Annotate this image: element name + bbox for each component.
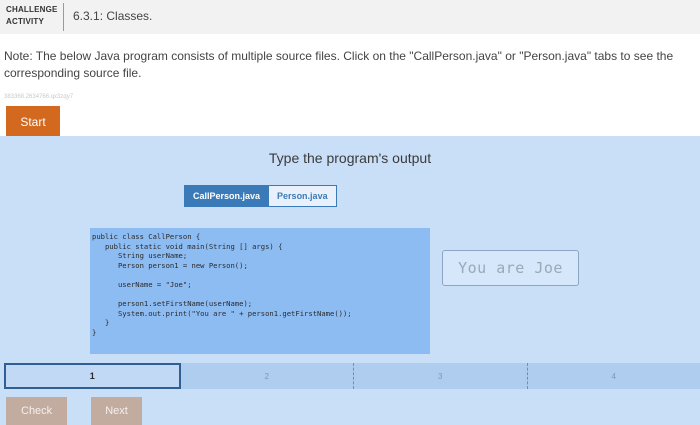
source-file-tabs: CallPerson.java Person.java xyxy=(184,185,337,207)
code-line: person1.setFirstName(userName); xyxy=(92,299,253,309)
challenge-activity-badge: CHALLENGE ACTIVITY xyxy=(6,4,58,28)
level-progress-bar: 1 2 3 4 xyxy=(4,363,700,389)
source-code-block: public class CallPerson { public static … xyxy=(90,228,430,354)
prompt-text: Type the program's output xyxy=(268,150,432,166)
level-step-4[interactable]: 4 xyxy=(526,363,700,389)
code-line: } xyxy=(92,318,110,328)
activity-panel: Type the program's output CallPerson.jav… xyxy=(0,136,700,425)
next-button[interactable]: Next xyxy=(91,397,142,425)
activity-header: CHALLENGE ACTIVITY 6.3.1: Classes. xyxy=(0,0,700,34)
code-line: public static void main(String [] args) … xyxy=(92,241,283,251)
activity-title: 6.3.1: Classes. xyxy=(73,9,153,23)
check-button[interactable]: Check xyxy=(6,397,68,425)
badge-line-1: CHALLENGE xyxy=(6,5,58,14)
start-button[interactable]: Start xyxy=(6,106,60,138)
code-line: } xyxy=(92,327,97,337)
code-line: String userName; xyxy=(92,251,188,261)
instruction-note: Note: The below Java program consists of… xyxy=(4,49,674,80)
level-step-3[interactable]: 3 xyxy=(353,363,527,389)
tracking-id: 383368.2634766.qx3zqy7 xyxy=(4,94,74,100)
badge-line-2: ACTIVITY xyxy=(6,17,45,26)
header-divider xyxy=(63,3,64,31)
code-line: public class CallPerson { xyxy=(92,232,201,241)
tab-callperson-java[interactable]: CallPerson.java xyxy=(184,185,270,207)
tab-person-java[interactable]: Person.java xyxy=(269,185,337,207)
output-textbox[interactable]: You are Joe xyxy=(442,250,579,286)
code-line: System.out.print("You are " + person1.ge… xyxy=(92,308,352,318)
level-step-2[interactable]: 2 xyxy=(181,363,354,389)
code-line: Person person1 = new Person(); xyxy=(92,260,248,270)
level-step-1[interactable]: 1 xyxy=(4,363,181,389)
source-code: public class CallPerson { public static … xyxy=(92,232,428,338)
action-buttons: Check Next xyxy=(6,397,142,425)
code-line: userName = "Joe"; xyxy=(92,279,192,289)
